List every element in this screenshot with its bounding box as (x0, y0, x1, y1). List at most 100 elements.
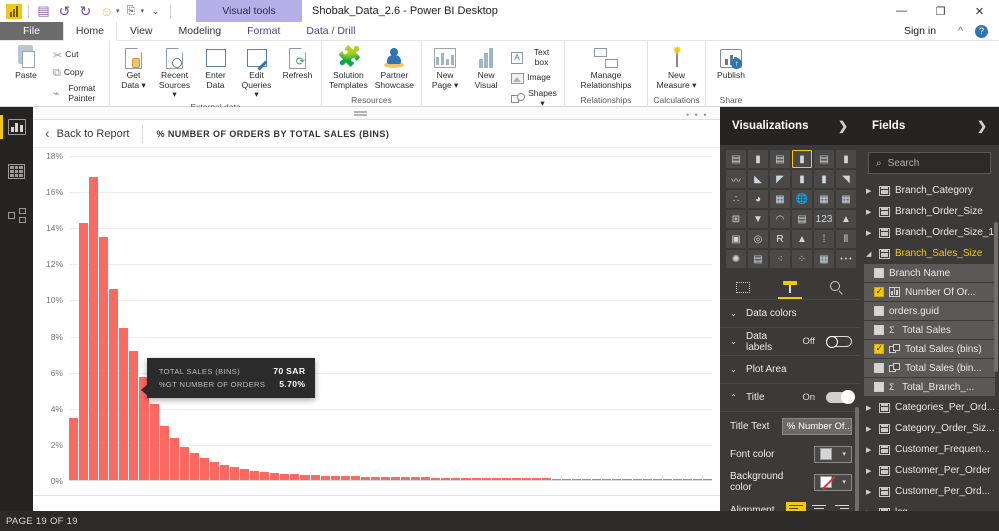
slicer-icon[interactable]: ▣ (726, 230, 746, 248)
edit-queries-button[interactable]: Edit Queries ▾ (237, 44, 277, 101)
smiley-icon[interactable]: ☺ (97, 2, 116, 21)
table-visual-icon[interactable]: ▤ (748, 250, 768, 268)
stacked-column-chart-icon[interactable]: ▮ (748, 150, 768, 168)
back-to-report-button[interactable]: ‹ Back to Report (45, 126, 129, 140)
more-options-icon[interactable]: • • • (686, 110, 708, 120)
clustered-column-chart-icon[interactable]: ▮ (792, 150, 812, 168)
bar[interactable] (270, 472, 280, 480)
minimize-button[interactable]: — (882, 0, 921, 22)
tab-view[interactable]: View (117, 22, 166, 40)
ribbon-chart-icon[interactable]: ◥ (836, 170, 856, 188)
bar[interactable] (219, 464, 229, 480)
refresh-button[interactable]: ⟳ Refresh (278, 44, 318, 82)
field-checkbox[interactable] (874, 382, 884, 392)
field-table-row[interactable]: ▶ Branch_Order_Size_1 (860, 222, 999, 243)
stacked-bar-chart-icon[interactable]: ▤ (726, 150, 746, 168)
chevron-right-icon[interactable]: ▶ (866, 187, 874, 195)
canvas-collapse-bar[interactable]: • • • (0, 107, 720, 120)
filled-map-icon[interactable]: ▦ (814, 190, 834, 208)
new-measure-button[interactable]: ✸ New Measure ▾ (652, 44, 702, 91)
background-color-picker[interactable]: ▾ (814, 473, 852, 491)
chevron-right-icon[interactable]: ▶ (866, 467, 874, 475)
treemap-icon[interactable]: ▦ (770, 190, 790, 208)
undo-icon[interactable]: ↺ (55, 2, 74, 21)
bubble-cloud-icon[interactable]: ✺ (726, 250, 746, 268)
sign-in-link[interactable]: Sign in (891, 22, 949, 40)
smiley-dropdown-icon[interactable]: ▾ (116, 7, 120, 15)
enter-data-button[interactable]: Enter Data (196, 44, 236, 91)
clustered-bar-chart-icon[interactable]: ▤ (770, 150, 790, 168)
gauge-icon[interactable]: ◠ (770, 210, 790, 228)
candlestick-icon[interactable]: ⦀ (836, 230, 856, 248)
hundred-percent-stacked-bar-chart-icon[interactable]: ▤ (814, 150, 834, 168)
collapse-fields-icon[interactable]: ❯ (977, 119, 987, 133)
hundred-percent-stacked-column-chart-icon[interactable]: ▮ (836, 150, 856, 168)
bar[interactable] (230, 467, 240, 480)
text-box-button[interactable]: A Text box (507, 46, 561, 69)
sidebar-item-data-view[interactable] (0, 157, 33, 185)
field-checkbox[interactable] (874, 268, 884, 278)
scatter-chart-icon[interactable]: ∴ (726, 190, 746, 208)
solution-templates-button[interactable]: 🧩 Solution Templates (326, 44, 371, 91)
refresh-preview-icon[interactable]: ⎘ (122, 2, 141, 21)
card-icon[interactable]: ▤ (792, 210, 812, 228)
tab-home[interactable]: Home (62, 22, 117, 41)
field-item-row[interactable]: Branch Name (864, 264, 995, 282)
line-stacked-column-chart-icon[interactable]: ▮ (792, 170, 812, 188)
copy-button[interactable]: ⧉ Copy (49, 64, 105, 82)
bar[interactable] (89, 176, 99, 480)
field-table-row[interactable]: ▶ Customer_Per_Order (860, 460, 999, 481)
chevron-right-icon[interactable]: ▶ (866, 425, 874, 433)
bar[interactable] (109, 289, 119, 480)
bar[interactable] (79, 222, 89, 480)
partner-showcase-button[interactable]: Partner Showcase (372, 44, 417, 91)
bar[interactable] (250, 470, 260, 480)
custom-visual-icon[interactable]: ▦ (814, 250, 834, 268)
manage-relationships-button[interactable]: Manage Relationships (570, 44, 642, 91)
fields-scrollbar[interactable] (994, 222, 998, 372)
font-color-picker[interactable]: ▾ (814, 445, 852, 463)
cut-button[interactable]: ✂ Cut (49, 46, 105, 64)
field-item-row[interactable]: Number Of Or... (864, 283, 995, 301)
field-checkbox[interactable] (874, 286, 884, 297)
tab-modeling[interactable]: Modeling (166, 22, 235, 40)
donut-chart-icon[interactable]: ◎ (748, 230, 768, 248)
field-item-row[interactable]: Total Sales (bin... (864, 359, 995, 377)
tab-file[interactable]: File (0, 22, 63, 40)
chevron-right-icon[interactable]: ▶ (866, 229, 874, 237)
network-icon[interactable]: ⁖ (770, 250, 790, 268)
format-section-data-labels[interactable]: ⌄ Data labels Off (720, 328, 860, 356)
bar[interactable] (189, 453, 199, 480)
bar[interactable] (169, 437, 179, 480)
publish-button[interactable]: ↑ Publish (710, 44, 752, 82)
field-table-row[interactable]: ▶ Branch_Category (860, 180, 999, 201)
bar[interactable] (209, 462, 219, 480)
close-button[interactable]: ✕ (960, 0, 999, 22)
tab-format[interactable]: Format (234, 22, 293, 40)
chevron-down-icon[interactable]: ◢ (866, 250, 874, 258)
bar[interactable] (129, 351, 139, 480)
collapse-visualizations-icon[interactable]: ❯ (838, 119, 848, 133)
stacked-area-chart-icon[interactable]: ◤ (770, 170, 790, 188)
bar[interactable] (159, 426, 169, 480)
chevron-right-icon[interactable]: ▶ (866, 208, 874, 216)
field-table-row[interactable]: ▶ Branch_Order_Size (860, 201, 999, 222)
format-section-data-colors[interactable]: ⌄ Data colors (720, 300, 860, 328)
tab-fields[interactable] (720, 275, 767, 299)
field-table-row[interactable]: ▶ Customer_Per_Ord... (860, 481, 999, 502)
save-icon[interactable]: ▤ (34, 2, 53, 21)
restore-button[interactable]: ❐ (921, 0, 960, 22)
tab-analytics[interactable] (813, 275, 860, 299)
matrix-icon[interactable]: ▦ (836, 190, 856, 208)
chevron-right-icon[interactable]: ▶ (866, 446, 874, 454)
field-table-row[interactable]: ▶ Customer_Frequen... (860, 439, 999, 460)
line-chart-icon[interactable]: 〰 (726, 170, 746, 188)
new-visual-button[interactable]: New Visual (466, 44, 506, 91)
image-button[interactable]: Image (507, 69, 561, 87)
get-data-button[interactable]: Get Data ▾ (114, 44, 154, 91)
collapse-grip-icon[interactable] (353, 110, 367, 116)
format-section-plot-area[interactable]: ⌄ Plot Area (720, 356, 860, 384)
field-item-row[interactable]: Σ Total Sales (864, 321, 995, 339)
field-table-row[interactable]: ▶ Category_Order_Siz... (860, 418, 999, 439)
bar[interactable] (240, 469, 250, 480)
